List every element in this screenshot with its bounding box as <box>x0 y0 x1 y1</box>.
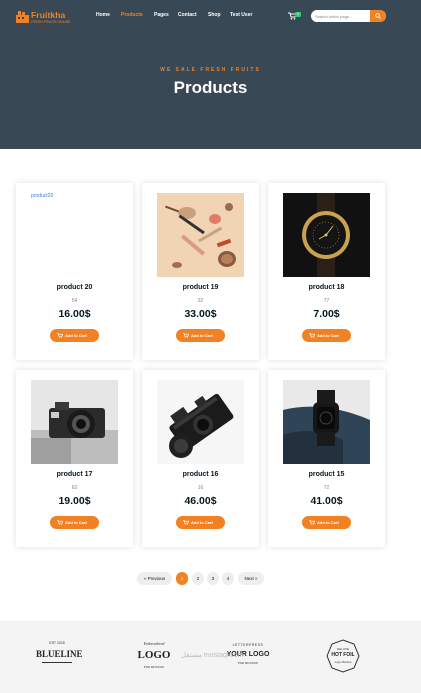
cart-icon <box>309 333 315 338</box>
nav-item-products[interactable]: Products <box>121 12 143 18</box>
product-price: 33.00$ <box>184 308 217 320</box>
cart-icon <box>309 520 315 525</box>
nav-item-test-user[interactable]: Test User <box>230 12 252 18</box>
cart-icon <box>57 520 63 525</box>
logo-top-text: DELUXE <box>336 647 349 651</box>
product-name[interactable]: product 18 <box>268 284 385 291</box>
search-input[interactable] <box>315 10 369 22</box>
product-price: 41.00$ <box>310 495 343 507</box>
product-stock: 16 <box>197 485 204 491</box>
product-name[interactable]: product 19 <box>142 284 259 291</box>
product-price: 16.00$ <box>58 308 91 320</box>
page-title: Products <box>173 78 248 97</box>
cart-icon <box>183 333 189 338</box>
product-image-watch[interactable] <box>283 193 370 277</box>
nav-item-pages[interactable]: Pages <box>154 12 169 18</box>
nav-item-contact[interactable]: Contact <box>178 12 197 18</box>
hero-subtitle: WE SALE FRESH FRUITS <box>160 67 261 73</box>
product-name[interactable]: product 15 <box>268 471 385 478</box>
camera-photo <box>31 380 118 464</box>
product-image-camera[interactable] <box>157 380 244 464</box>
product-card: product20 product 20 54 16.00$ Add to Ca… <box>16 183 133 360</box>
logo-bottom-text: PSD MOCKUP <box>237 661 259 665</box>
add-to-cart-button[interactable]: Add to Cart <box>176 329 225 342</box>
add-to-cart-label: Add to Cart <box>65 333 87 338</box>
logo-top-text: LETTERPRESS <box>232 643 264 647</box>
add-to-cart-label: Add to Cart <box>317 520 339 525</box>
add-to-cart-label: Add to Cart <box>317 333 339 338</box>
hero-header: Fruitkha FRESH FRUITS ONLINE Home Produc… <box>0 0 421 149</box>
product-image-camera[interactable] <box>31 380 118 464</box>
cart-icon <box>183 520 189 525</box>
cart-count-badge: 0 <box>295 12 301 17</box>
add-to-cart-button[interactable]: Add to Cart <box>302 329 351 342</box>
nav-item-shop[interactable]: Shop <box>208 12 221 18</box>
fruit-basket-icon <box>16 11 29 23</box>
product-price: 19.00$ <box>58 495 91 507</box>
product-card: product 16 16 46.00$ Add to Cart <box>142 370 259 547</box>
product-image-cosmetics[interactable] <box>157 193 244 277</box>
pagination-page-3[interactable]: 3 <box>207 572 219 585</box>
product-price: 46.00$ <box>184 495 217 507</box>
product-card: product 18 77 7.00$ Add to Cart <box>268 183 385 360</box>
product-card: product 17 62 19.00$ Add to Cart <box>16 370 133 547</box>
broken-image-alt: product20 <box>31 193 54 199</box>
add-to-cart-label: Add to Cart <box>191 333 213 338</box>
product-image-broken[interactable]: product20 <box>31 193 118 277</box>
product-stock: 62 <box>71 485 78 491</box>
add-to-cart-button[interactable]: Add to Cart <box>50 516 99 529</box>
pagination-previous[interactable]: « Previous <box>137 572 172 585</box>
partner-logo-blueline[interactable]: EST 2018 BLUELINE <box>36 641 83 671</box>
product-stock: 32 <box>197 298 204 304</box>
dark-camera-photo <box>157 380 244 464</box>
logo-bottom-text: Logo Mockup <box>334 660 352 664</box>
search-bar <box>311 10 386 22</box>
partner-logo-embroidered[interactable]: Embroidered LOGO PSD MOCKUP <box>131 641 177 673</box>
add-to-cart-button[interactable]: Add to Cart <box>176 516 225 529</box>
add-to-cart-label: Add to Cart <box>65 520 87 525</box>
product-price: 7.00$ <box>313 308 340 320</box>
product-name[interactable]: product 17 <box>16 471 133 478</box>
nav-item-home[interactable]: Home <box>96 12 110 18</box>
product-stock: 72 <box>323 485 330 491</box>
product-name[interactable]: product 16 <box>142 471 259 478</box>
logo-bottom-text: PSD MOCKUP <box>143 665 165 669</box>
logo-main-text: HOT FOIL <box>331 652 355 658</box>
product-stock: 54 <box>71 298 78 304</box>
watermark: مستقل mostaql.com <box>181 652 244 659</box>
pagination: « Previous 1 2 3 4 Next » <box>0 572 421 585</box>
cart-icon <box>57 333 63 338</box>
logo-divider <box>42 662 72 663</box>
brand-tagline: FRESH FRUITS ONLINE <box>31 20 71 24</box>
product-stock: 77 <box>323 298 330 304</box>
logo-main-text: BLUELINE <box>36 649 83 659</box>
brand-name: Fruitkha <box>31 10 66 20</box>
wrist-watch-photo <box>283 380 370 464</box>
add-to-cart-button[interactable]: Add to Cart <box>302 516 351 529</box>
add-to-cart-button[interactable]: Add to Cart <box>50 329 99 342</box>
pagination-page-2[interactable]: 2 <box>192 572 204 585</box>
partner-logo-hot-foil[interactable]: DELUXE HOT FOIL Logo Mockup <box>326 639 360 673</box>
search-button[interactable] <box>370 10 386 22</box>
product-card: product 19 32 33.00$ Add to Cart <box>142 183 259 360</box>
product-name[interactable]: product 20 <box>16 284 133 291</box>
logo-main-text: LOGO <box>137 649 171 661</box>
cosmetics-photo <box>157 193 244 277</box>
search-icon <box>375 13 381 19</box>
pagination-page-4[interactable]: 4 <box>222 572 234 585</box>
logo-top-text: EST 2018 <box>49 641 65 645</box>
pagination-next[interactable]: Next » <box>238 572 264 585</box>
site-logo[interactable]: Fruitkha FRESH FRUITS ONLINE <box>16 9 76 29</box>
gold-watch-photo <box>283 193 370 277</box>
product-image-watch[interactable] <box>283 380 370 464</box>
product-card: product 15 72 41.00$ Add to Cart <box>268 370 385 547</box>
pagination-page-1[interactable]: 1 <box>176 572 188 585</box>
add-to-cart-label: Add to Cart <box>191 520 213 525</box>
logo-top-text: Embroidered <box>143 641 165 646</box>
